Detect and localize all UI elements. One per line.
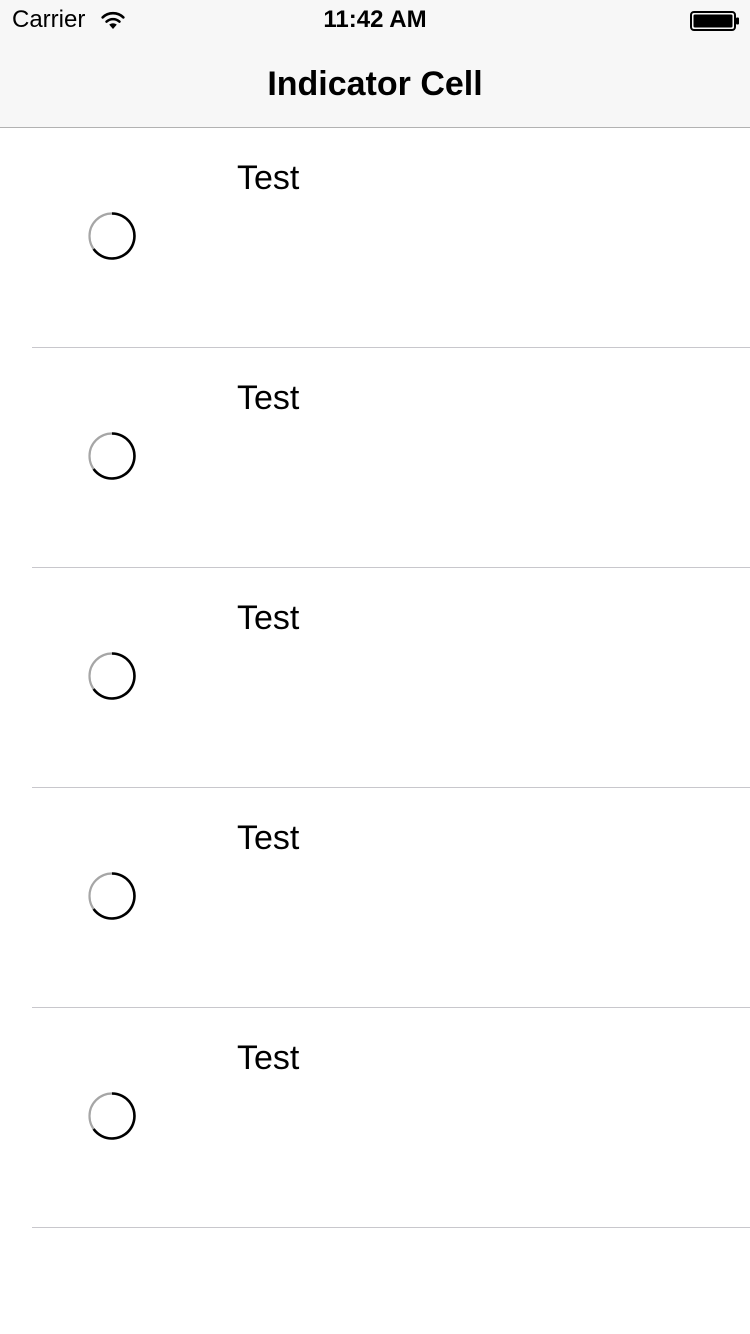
screen: Carrier 11:42 AM Indicator Cell Test Tes… [0,0,750,1334]
table-row[interactable]: Test [0,1008,750,1228]
status-bar: Carrier 11:42 AM [0,0,750,40]
cell-title: Test [237,379,300,417]
progress-ring-icon [88,872,136,920]
cell-title: Test [237,159,300,197]
table-row[interactable]: Test [0,568,750,788]
table-row[interactable]: Test [0,348,750,568]
table-view[interactable]: Test Test Test Test Test [0,128,750,1228]
progress-ring-icon [88,652,136,700]
table-row[interactable]: Test [0,128,750,348]
cell-title: Test [237,819,300,857]
battery-icon [690,11,739,31]
table-row[interactable]: Test [0,788,750,1008]
navigation-bar: Carrier 11:42 AM Indicator Cell [0,0,750,128]
status-time: 11:42 AM [323,6,427,33]
progress-ring-icon [88,212,136,260]
cell-title: Test [237,1039,300,1077]
cell-title: Test [237,599,300,637]
progress-ring-icon [88,1092,136,1140]
page-title: Indicator Cell [267,65,483,103]
row-separator [32,1227,750,1228]
progress-ring-icon [88,432,136,480]
